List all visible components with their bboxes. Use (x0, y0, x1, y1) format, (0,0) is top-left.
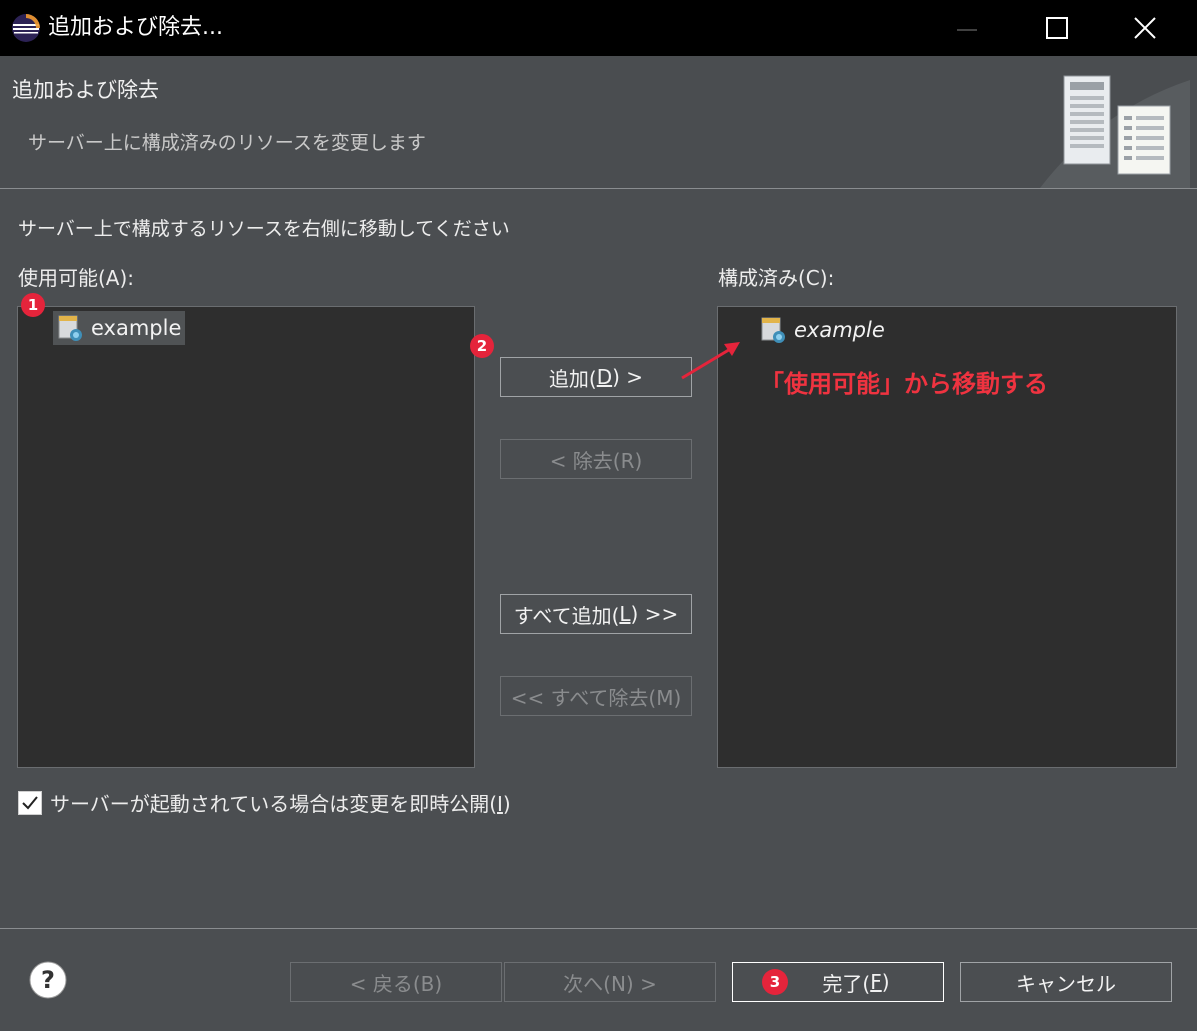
add-all-button[interactable]: すべて追加(L) >> (500, 594, 692, 634)
svg-text:?: ? (41, 966, 55, 994)
maximize-button[interactable] (1022, 0, 1092, 56)
add-button-mnemonic: D (596, 365, 613, 389)
banner-divider (0, 188, 1197, 189)
add-button-label-prefix: 追加( (548, 366, 597, 391)
banner-description: サーバー上に構成済みのリソースを変更します (28, 132, 426, 154)
help-icon[interactable]: ? (28, 960, 68, 1000)
publish-label-suffix: ) (502, 792, 511, 816)
back-button[interactable]: < 戻る(B) (290, 962, 502, 1002)
list-item-label: example (91, 316, 182, 340)
minimize-icon (957, 29, 977, 31)
annotation-arrow-icon (681, 342, 740, 380)
minimize-button[interactable] (932, 0, 1002, 56)
add-all-button-label-suffix: ) >> (630, 602, 679, 626)
list-item-label: example (794, 318, 885, 342)
web-module-icon (58, 315, 82, 341)
add-button-label-suffix: ) > (612, 365, 644, 389)
finish-button-mnemonic: F (870, 970, 882, 994)
close-button[interactable] (1110, 0, 1180, 56)
annotation-badge-3: 3 (762, 969, 788, 995)
close-icon (1134, 17, 1156, 39)
server-resources-icon (1040, 75, 1190, 188)
list-item[interactable]: example (758, 313, 885, 347)
add-all-button-label-prefix: すべて追加( (513, 603, 620, 628)
remove-all-button[interactable]: << すべて除去(M) (500, 676, 692, 716)
publish-immediately-checkbox[interactable] (18, 790, 42, 815)
publish-immediately-option[interactable]: サーバーが起動されている場合は変更を即時公開(I) (18, 788, 511, 817)
web-module-icon (761, 317, 785, 343)
publish-immediately-label: サーバーが起動されている場合は変更を即時公開(I) (50, 788, 511, 817)
finish-button-label-prefix: 完了( (822, 971, 871, 996)
footer-divider (0, 928, 1197, 929)
available-resources-list[interactable]: example (17, 306, 475, 768)
instruction-text: サーバー上で構成するリソースを右側に移動してください (18, 218, 510, 240)
annotation-note: 「使用可能」から移動する (760, 370, 1048, 398)
finish-button-label-suffix: ) (881, 970, 890, 994)
cancel-button[interactable]: キャンセル (960, 962, 1172, 1002)
available-label: 使用可能(A): (18, 266, 135, 290)
list-item[interactable]: example (53, 311, 186, 345)
wizard-banner: 追加および除去 サーバー上に構成済みのリソースを変更します (0, 56, 1197, 188)
configured-label: 構成済み(C): (718, 266, 835, 290)
window-title: 追加および除去... (48, 15, 223, 40)
checkmark-icon (22, 795, 38, 809)
eclipse-app-icon (12, 14, 40, 42)
annotation-badge-1: 1 (21, 293, 45, 317)
banner-title: 追加および除去 (12, 78, 159, 102)
publish-label-prefix: サーバーが起動されている場合は変更を即時公開( (50, 792, 498, 816)
annotation-badge-2: 2 (470, 334, 494, 358)
title-bar: 追加および除去... (0, 0, 1197, 56)
remove-button[interactable]: < 除去(R) (500, 439, 692, 479)
add-button[interactable]: 追加(D) > (500, 357, 692, 397)
add-all-button-mnemonic: L (619, 602, 631, 626)
next-button[interactable]: 次へ(N) > (504, 962, 716, 1002)
maximize-icon (1046, 17, 1068, 39)
